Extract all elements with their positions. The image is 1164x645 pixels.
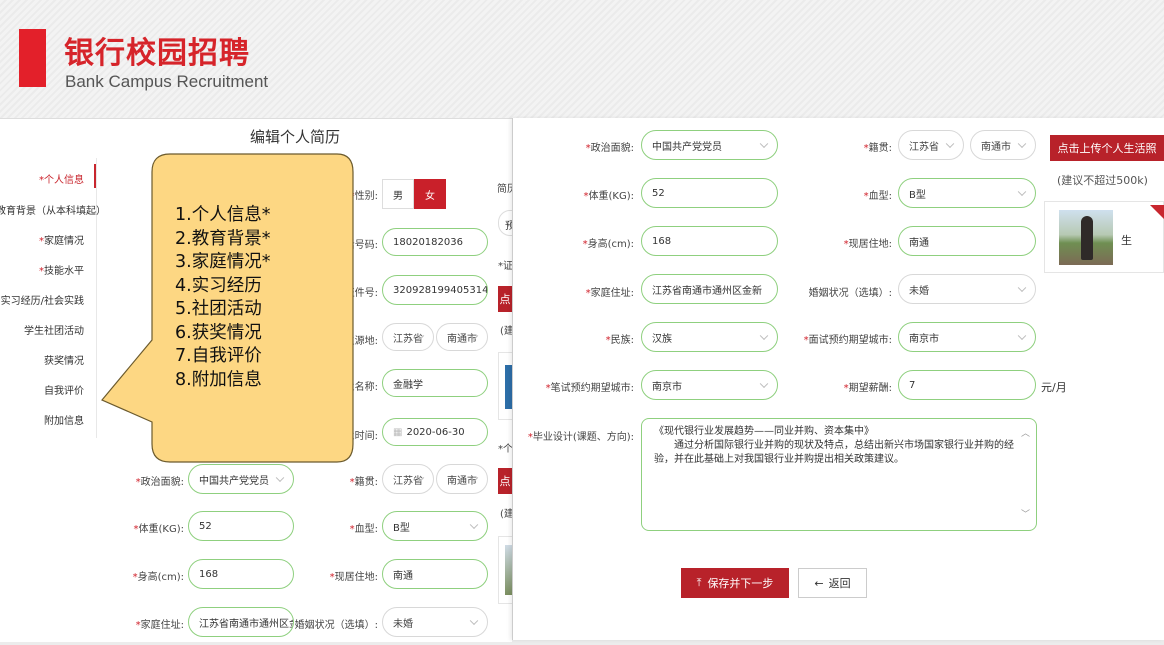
nav-item-education[interactable]: 教育背景（从本科填起） (0, 202, 106, 217)
nav-item-awards[interactable]: 获奖情况 (44, 352, 84, 367)
upload-hint: (建议不超过500k) (1057, 174, 1148, 187)
weight-field-left[interactable]: 52 (188, 511, 294, 541)
callout-line: 5.社团活动 (175, 299, 262, 319)
native-province-left[interactable]: 江苏省 (382, 464, 434, 494)
callout-line: 2.教育背景* (175, 228, 271, 249)
native-city-left[interactable]: 南通市 (436, 464, 488, 494)
nav-item-additional[interactable]: 附加信息 (44, 412, 84, 427)
origin-province-select[interactable]: 江苏省 (382, 323, 434, 351)
nav-item-personal-info[interactable]: *个人信息 (39, 171, 84, 186)
header-accent-bar (19, 29, 46, 87)
marital-select[interactable]: 未婚 (898, 274, 1036, 304)
origin-city-select[interactable]: 南通市 (436, 323, 488, 351)
politics-label-left: *政治面貌: (135, 477, 184, 488)
back-arrow-icon: ← (814, 576, 824, 590)
native-label: *籍贯: (863, 143, 892, 154)
photo-remove-icon[interactable] (1150, 205, 1164, 219)
gender-male-option[interactable]: 男 (382, 179, 414, 209)
grad-date-field[interactable]: ▦ 2020-06-30 (382, 418, 488, 446)
marital-label: 婚姻状况（选填）: (808, 288, 892, 299)
nav-item-family[interactable]: *家庭情况 (39, 232, 84, 247)
callout-line: 7.自我评价 (175, 346, 262, 366)
id-number-field[interactable]: 320928199405314923 (382, 275, 488, 305)
life-photo-thumbnail[interactable] (1059, 210, 1113, 265)
weight-field[interactable]: 52 (641, 178, 778, 208)
scroll-up-icon[interactable]: ︿ (1021, 427, 1030, 441)
page-title: 银行校园招聘 (64, 36, 250, 71)
strip-upload-button-2[interactable]: 点 (498, 468, 512, 494)
blood-type-select[interactable]: B型 (898, 178, 1036, 208)
weight-label: *体重(KG): (583, 191, 634, 202)
marital-label-left: 婚姻状况（选填）: (294, 620, 378, 631)
strip-cert-text: *证 (498, 261, 513, 272)
phone-field[interactable]: 18020182036 (382, 228, 488, 256)
back-button[interactable]: ← 返回 (798, 568, 867, 598)
nav-divider (96, 158, 97, 438)
height-field-left[interactable]: 168 (188, 559, 294, 589)
height-field[interactable]: 168 (641, 226, 778, 256)
callout-line: 4.实习经历 (175, 275, 262, 296)
strip-preview-2 (498, 536, 513, 604)
strip-upload-button-1[interactable]: 点 (498, 286, 512, 312)
nav-item-self-eval[interactable]: 自我评价 (44, 382, 84, 397)
major-field[interactable]: 金融学 (382, 369, 488, 397)
thesis-textarea[interactable]: 《现代银行业发展趋势——同业并购、资本集中》 通过分析国际银行业并购的现状及特点… (641, 418, 1037, 531)
residence-field[interactable]: 南通 (898, 226, 1036, 256)
gender-female-option[interactable]: 女 (414, 179, 446, 209)
home-address-label: *家庭住址: (585, 288, 634, 299)
salary-unit: 元/月 (1041, 381, 1067, 394)
page-subtitle: Bank Campus Recruitment (65, 72, 269, 91)
politics-select[interactable]: 中国共产党党员 (641, 130, 778, 160)
callout-line: 3.家庭情况* (175, 252, 271, 272)
salary-field[interactable]: 7 (898, 370, 1036, 400)
photo-caption: 生 (1121, 234, 1132, 247)
interview-city-label: *面试预约期望城市: (803, 335, 892, 346)
home-label-left: *家庭住址: (135, 620, 184, 631)
politics-select-left[interactable]: 中国共产党党员 (188, 464, 294, 494)
ethnic-select[interactable]: 汉族 (641, 322, 778, 352)
blood-label-left: *血型: (349, 524, 378, 535)
residence-field-left[interactable]: 南通 (382, 559, 488, 589)
residence-label: *现居住地: (843, 239, 892, 250)
written-test-city-label: *笔试预约期望城市: (545, 383, 634, 394)
scroll-down-icon[interactable]: ﹀ (1021, 508, 1030, 522)
upload-photo-button[interactable]: 点击上传个人生活照 (1050, 135, 1164, 161)
blood-select-left[interactable]: B型 (382, 511, 488, 541)
callout-list: 1.个人信息* 2.教育背景* 3.家庭情况* 4.实习经历 5.社团活动 6.… (175, 204, 270, 392)
callout-line: 8.附加信息 (175, 369, 262, 390)
nav-item-internship[interactable]: 实习经历/社会实践 (1, 292, 84, 307)
interview-city-select[interactable]: 南京市 (898, 322, 1036, 352)
residence-label-left: *现居住地: (329, 572, 378, 583)
weight-label-left: *体重(KG): (133, 524, 184, 535)
callout-line: 1.个人信息* (175, 205, 271, 225)
home-field-left[interactable]: 江苏省南通市通州区金新 (188, 607, 294, 637)
native-label-left: *籍贯: (349, 477, 378, 488)
home-address-field[interactable]: 江苏省南通市通州区金新 (641, 274, 778, 304)
callout-line: 6.获奖情况 (175, 322, 262, 343)
written-test-city-select[interactable]: 南京市 (641, 370, 778, 400)
height-label-left: *身高(cm): (132, 572, 184, 583)
nav-item-skills[interactable]: *技能水平 (39, 262, 84, 277)
politics-label: *政治面貌: (585, 143, 634, 154)
ethnic-label: *民族: (605, 335, 634, 346)
native-city-select[interactable]: 南通市 (970, 130, 1036, 160)
thesis-label: *毕业设计(课题、方向): (527, 432, 634, 443)
marital-select-left[interactable]: 未婚 (382, 607, 488, 637)
save-icon: ⤒ (696, 576, 702, 589)
save-next-button[interactable]: ⤒ 保存并下一步 (681, 568, 789, 598)
strip-preview-1 (498, 352, 513, 420)
nav-item-clubs[interactable]: 学生社团活动 (24, 322, 84, 337)
nav-active-indicator (94, 164, 96, 188)
native-province-select[interactable]: 江苏省 (898, 130, 964, 160)
blood-label: *血型: (863, 191, 892, 202)
height-label: *身高(cm): (582, 239, 634, 250)
edit-resume-title: 编辑个人简历 (250, 128, 341, 146)
salary-label: *期望薪酬: (843, 383, 892, 394)
thesis-text: 《现代银行业发展趋势——同业并购、资本集中》 通过分析国际银行业并购的现状及特点… (654, 426, 1014, 465)
